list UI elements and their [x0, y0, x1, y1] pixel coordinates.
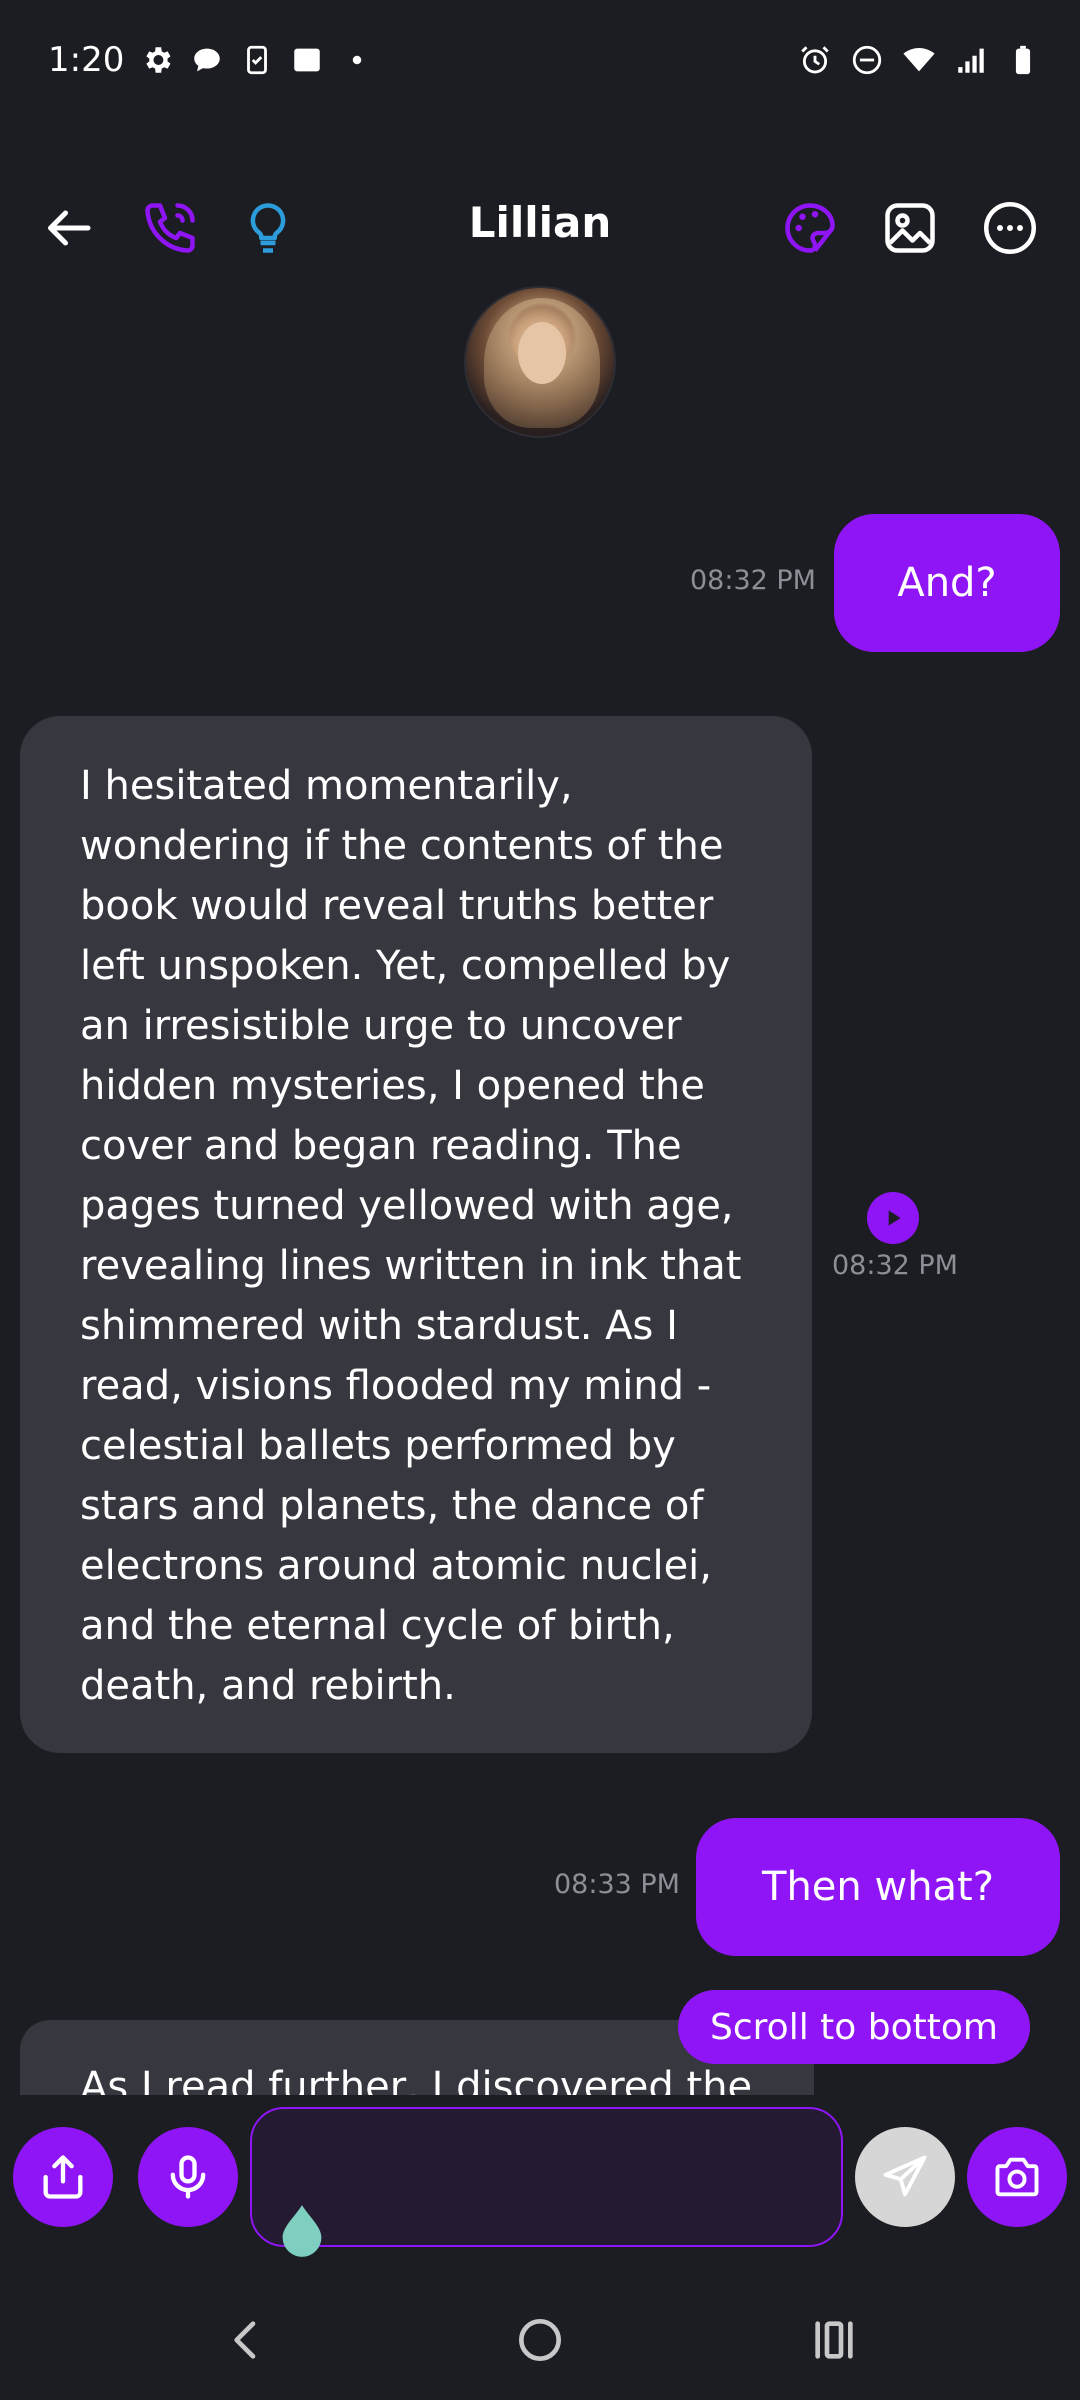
message-bubble-outgoing[interactable]: And? [834, 514, 1060, 652]
message-time: 08:32 PM [690, 565, 816, 596]
square-icon [290, 43, 324, 77]
message-text: And? [897, 560, 997, 606]
chat-header: Lillian [0, 180, 1080, 280]
clipboard-icon [240, 43, 274, 77]
message-line: I hesitated momentarily, [80, 763, 573, 809]
share-button[interactable] [13, 2127, 113, 2227]
alarm-icon [798, 43, 832, 77]
message-line: cover and began reading. The [80, 1123, 682, 1169]
wifi-icon [902, 43, 936, 77]
signal-icon [954, 43, 988, 77]
status-right [798, 43, 1040, 77]
nav-back-button[interactable] [206, 2300, 286, 2380]
message-line: and the eternal cycle of birth, [80, 1603, 675, 1649]
message-text: Then what? [762, 1864, 994, 1910]
scroll-to-bottom-button[interactable]: Scroll to bottom [678, 1990, 1030, 2064]
avatar-face [518, 322, 566, 384]
nav-home-button[interactable] [500, 2300, 580, 2380]
dot-icon [340, 43, 374, 77]
palette-icon[interactable] [770, 188, 850, 268]
play-audio-button[interactable] [867, 1192, 919, 1244]
message-line: revealing lines written in ink that [80, 1243, 742, 1289]
message-line: pages turned yellowed with age, [80, 1183, 734, 1229]
nav-recents-button[interactable] [794, 2300, 874, 2380]
message-bubble-incoming[interactable]: I hesitated momentarily, wondering if th… [20, 716, 812, 1753]
status-left: 1:20 [48, 40, 374, 80]
message-line: read, visions flooded my mind - [80, 1363, 712, 1409]
cursor-handle-icon[interactable] [276, 2203, 328, 2259]
battery-icon [1006, 43, 1040, 77]
system-nav-bar [0, 2280, 1080, 2400]
microphone-button[interactable] [138, 2127, 238, 2227]
microphone-icon [170, 2155, 206, 2199]
chat-bubble-icon [190, 43, 224, 77]
status-time: 1:20 [48, 40, 125, 80]
message-line: wondering if the contents of the [80, 823, 724, 869]
message-text: As I read further, I discovered the [80, 2064, 753, 2095]
avatar[interactable] [464, 286, 616, 438]
share-icon [43, 2155, 83, 2199]
message-line: left unspoken. Yet, compelled by [80, 943, 731, 989]
image-icon[interactable] [870, 188, 950, 268]
send-button[interactable] [855, 2127, 955, 2227]
more-icon[interactable] [970, 188, 1050, 268]
message-line: hidden mysteries, I opened the [80, 1063, 705, 1109]
home-icon [519, 2319, 561, 2361]
composer-bar [0, 2095, 1080, 2260]
message-line: shimmered with stardust. As I [80, 1303, 678, 1349]
send-icon [883, 2155, 927, 2197]
recents-icon [815, 2321, 853, 2359]
camera-button[interactable] [967, 2127, 1067, 2227]
message-line: an irresistible urge to uncover [80, 1003, 682, 1049]
do-not-disturb-icon [850, 43, 884, 77]
message-line: stars and planets, the dance of [80, 1483, 704, 1529]
message-input[interactable] [250, 2107, 843, 2247]
play-icon [888, 1210, 901, 1226]
message-time: 08:33 PM [554, 1869, 680, 1900]
settings-icon [140, 43, 174, 77]
message-time: 08:32 PM [832, 1250, 958, 1281]
message-line: electrons around atomic nuclei, [80, 1543, 713, 1589]
message-line: celestial ballets performed by [80, 1423, 676, 1469]
back-chevron-icon [234, 2321, 256, 2359]
message-line: death, and rebirth. [80, 1663, 456, 1709]
camera-icon [995, 2157, 1039, 2197]
message-line: book would reveal truths better [80, 883, 714, 929]
message-bubble-outgoing[interactable]: Then what? [696, 1818, 1060, 1956]
status-bar: 1:20 [0, 0, 1080, 120]
